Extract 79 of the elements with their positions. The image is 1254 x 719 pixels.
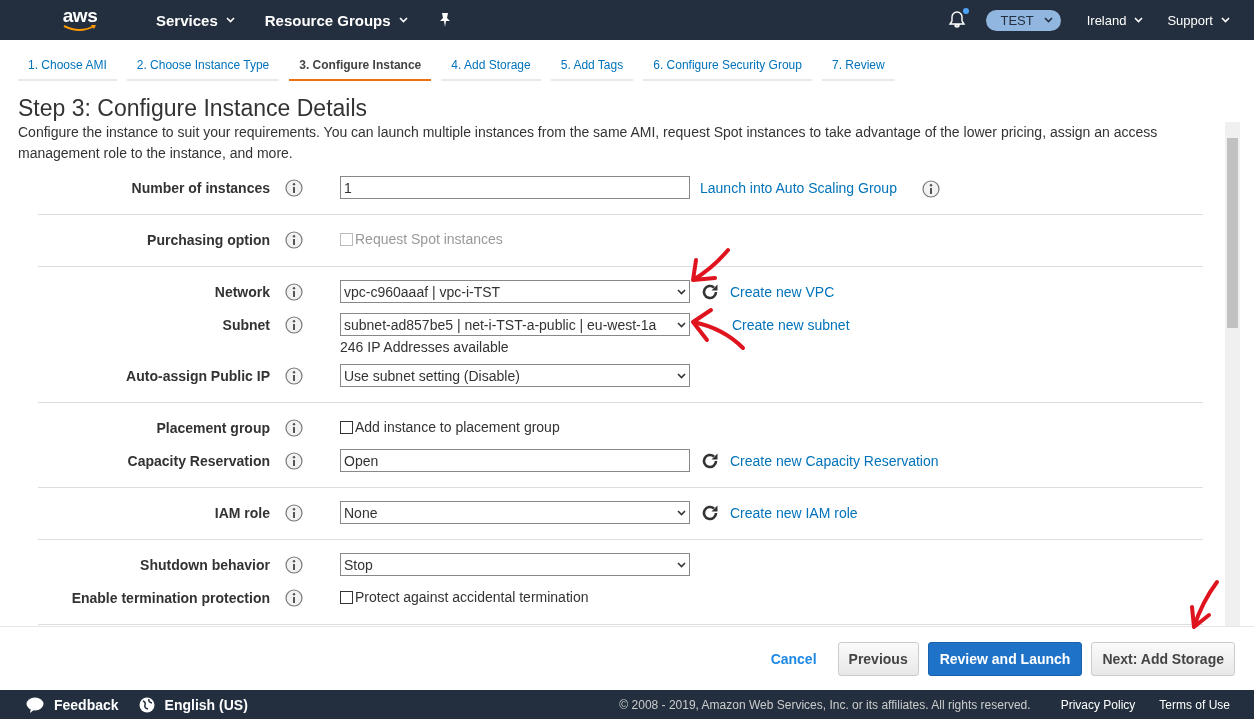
- footer-link[interactable]: Privacy Policy: [1060, 697, 1136, 712]
- wizard-tab[interactable]: 3. Configure Instance: [289, 50, 432, 81]
- dropdown[interactable]: None: [340, 501, 690, 524]
- link[interactable]: Launch into Auto Scaling Group: [700, 179, 897, 196]
- field-label: Subnet: [221, 316, 270, 333]
- dropdown[interactable]: Stop: [340, 553, 690, 576]
- info-icon[interactable]: [285, 589, 303, 607]
- field-label: Network: [213, 283, 270, 300]
- bell-icon[interactable]: [948, 9, 967, 28]
- field-label: Enable termination protection: [70, 589, 270, 606]
- support-menu[interactable]: Support: [1167, 12, 1230, 28]
- caret-icon: [677, 321, 686, 328]
- field-label: Placement group: [155, 419, 270, 436]
- info-icon[interactable]: [285, 452, 303, 470]
- scrollbar[interactable]: [1225, 122, 1240, 626]
- dropdown[interactable]: vpc-c960aaaf | vpc-i-TST: [340, 280, 690, 303]
- caret-icon: [1221, 17, 1230, 23]
- link[interactable]: Create new VPC: [730, 283, 835, 300]
- review-and-launch-button[interactable]: Review and Launch: [927, 641, 1083, 676]
- helper-text: 246 IP Addresses available: [340, 339, 510, 355]
- caret-icon: [1134, 17, 1144, 23]
- info-icon[interactable]: [285, 367, 303, 385]
- field-label: IAM role: [213, 504, 270, 521]
- notification-dot: [963, 7, 970, 14]
- dropdown[interactable]: Use subnet setting (Disable): [340, 364, 690, 387]
- info-icon[interactable]: [285, 419, 303, 437]
- info-icon[interactable]: [285, 283, 303, 301]
- nav-menu[interactable]: Resource Groups: [264, 11, 408, 29]
- info-icon[interactable]: [285, 504, 303, 522]
- field-label: Purchasing option: [146, 231, 270, 248]
- text-field[interactable]: Open: [340, 449, 690, 472]
- wizard-tab[interactable]: 6. Configure Security Group: [643, 50, 812, 81]
- footer-link[interactable]: Terms of Use: [1159, 697, 1230, 712]
- caret-icon: [677, 288, 686, 295]
- wizard-tab[interactable]: 7. Review: [821, 50, 895, 81]
- feedback-link[interactable]: Feedback: [54, 696, 119, 713]
- info-icon[interactable]: [285, 316, 303, 334]
- nav-menu[interactable]: Services: [156, 11, 235, 29]
- logo[interactable]: aws: [58, 7, 102, 33]
- caret-icon: [398, 17, 408, 23]
- checkbox-label[interactable]: Protect against accidental termination: [355, 589, 589, 605]
- cancel-link[interactable]: Cancel: [764, 649, 823, 668]
- field-label: Capacity Reservation: [126, 452, 270, 469]
- field-label: Number of instances: [130, 179, 270, 196]
- text-field[interactable]: 1: [340, 176, 690, 199]
- annotation-arrow: [691, 248, 730, 282]
- info-icon[interactable]: [921, 180, 940, 198]
- language-selector[interactable]: English (US): [164, 696, 248, 713]
- caret-icon: [1043, 17, 1053, 23]
- field-label: Shutdown behavior: [139, 556, 270, 573]
- caret-icon: [677, 561, 686, 568]
- wizard-tab[interactable]: 5. Add Tags: [550, 50, 634, 81]
- wizard-tab[interactable]: 2. Choose Instance Type: [126, 50, 280, 81]
- checkbox[interactable]: [340, 420, 353, 434]
- region-menu[interactable]: Ireland: [1086, 12, 1144, 28]
- previous-button[interactable]: Previous: [837, 641, 919, 676]
- caret-icon: [225, 17, 235, 23]
- checkbox[interactable]: [340, 590, 353, 604]
- info-icon[interactable]: [285, 556, 303, 574]
- info-icon[interactable]: [285, 231, 303, 249]
- globe-icon: [138, 696, 155, 713]
- speech-bubble-icon: [26, 696, 44, 713]
- description: Configure the instance to suit your requirements. You can launch multiple instances from the same AMI, request Spot instances to take advantage of the lower pricing, assign an access management role to the instance, and more.: [18, 123, 1159, 163]
- link[interactable]: Create new Capacity Reservation: [730, 452, 939, 469]
- next-button[interactable]: Next: Add Storage: [1091, 641, 1235, 676]
- wizard-tab[interactable]: 1. Choose AMI: [18, 50, 117, 81]
- page-title: Step 3: Configure Instance Details: [18, 95, 369, 121]
- checkbox-label[interactable]: Add instance to placement group: [355, 419, 560, 435]
- annotation-arrow: [1190, 580, 1219, 629]
- info-icon[interactable]: [285, 179, 303, 197]
- wizard-tab[interactable]: 4. Add Storage: [441, 50, 541, 81]
- link[interactable]: Create new IAM role: [730, 504, 858, 521]
- caret-icon: [677, 509, 686, 516]
- field-label: Auto-assign Public IP: [125, 367, 270, 384]
- caret-icon: [677, 372, 686, 379]
- account-menu[interactable]: TEST: [986, 9, 1061, 31]
- dropdown[interactable]: subnet-ad857be5 | net-i-TST-a-public | eu-west-1a: [340, 313, 690, 336]
- copyright-text: © 2008 - 2019, Amazon Web Services, Inc. or its affiliates. All rights reserved.: [619, 697, 1031, 712]
- link[interactable]: Create new subnet: [732, 316, 850, 333]
